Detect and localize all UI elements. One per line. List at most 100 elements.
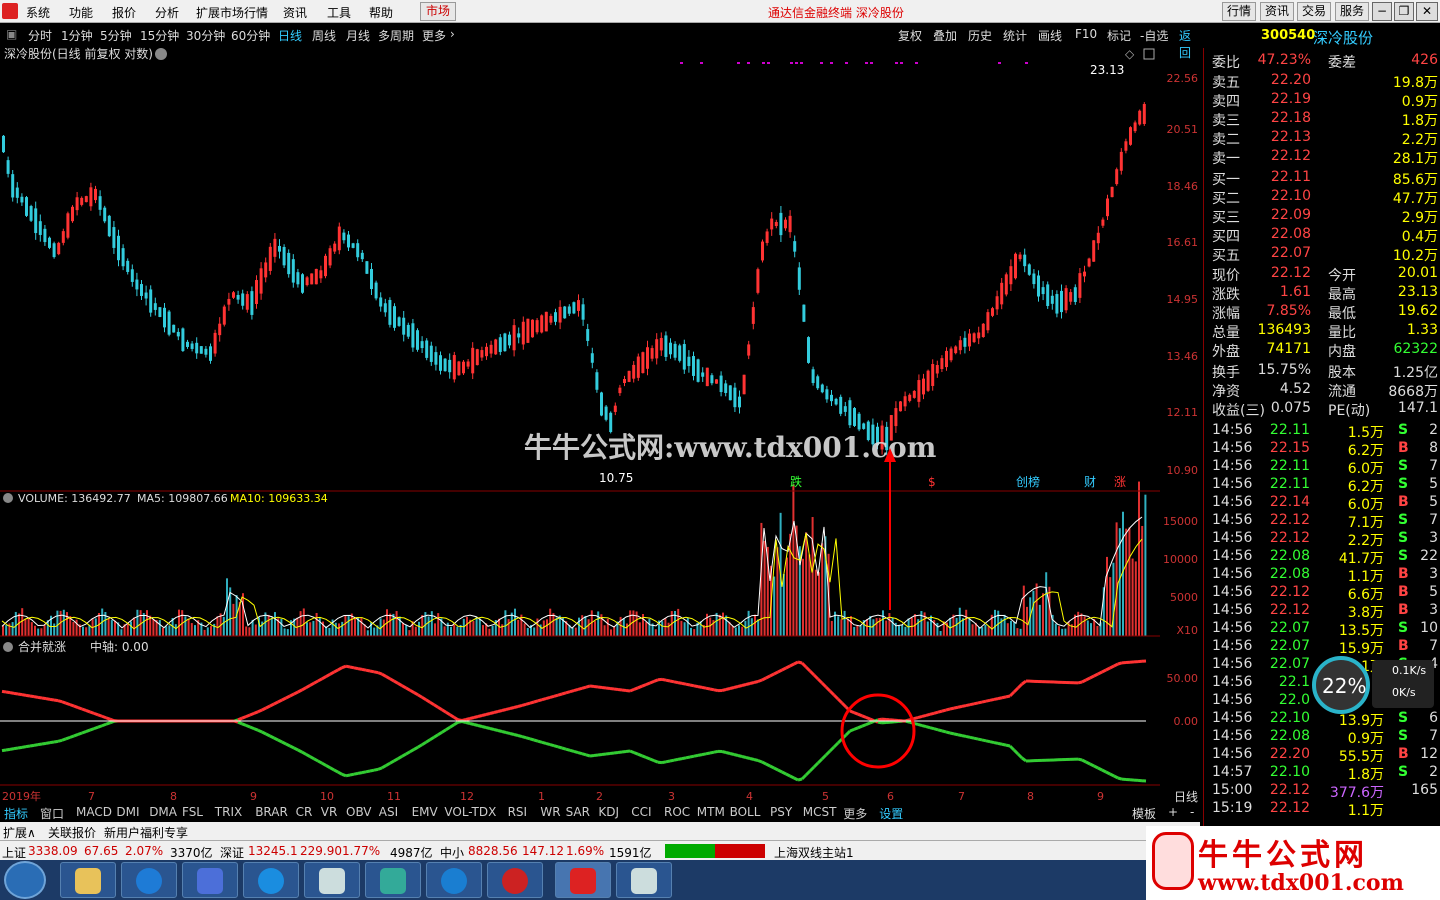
sogou-task[interactable]	[121, 862, 177, 898]
draw-button[interactable]: 画线	[1038, 27, 1062, 44]
indicator-tab-vol-tdx[interactable]: VOL-TDX	[444, 805, 496, 819]
indicator-tab-boll[interactable]: BOLL	[730, 805, 761, 819]
trade-tab-button[interactable]: 交易	[1297, 2, 1332, 21]
tick-row[interactable]: 14:57 22.10 1.8万 S 2	[1204, 764, 1440, 783]
ie-task[interactable]	[243, 862, 299, 898]
more-arrow-icon[interactable]: ›	[450, 27, 455, 41]
indicator-tab-更多[interactable]: 更多	[843, 805, 867, 822]
menu-system[interactable]: 系统	[26, 4, 50, 21]
indicator-tab-dma[interactable]: DMA	[149, 805, 177, 819]
indicator-tab-roc[interactable]: ROC	[664, 805, 690, 819]
tick-row[interactable]: 14:56 22.11 1.5万 S 2	[1204, 422, 1440, 441]
indicator-tab-trix[interactable]: TRIX	[215, 805, 242, 819]
tick-row[interactable]: 14:56 22.12 2.2万 S 3	[1204, 530, 1440, 549]
tick-row[interactable]: 14:56 22.12 3.8万 B 3	[1204, 602, 1440, 621]
start-button[interactable]	[4, 861, 46, 899]
related-quote-button[interactable]: 关联报价	[48, 824, 96, 841]
tick-row[interactable]: 14:56 22.20 55.5万 B 12	[1204, 746, 1440, 765]
menu-function[interactable]: 功能	[69, 4, 93, 21]
period-more[interactable]: 更多	[422, 27, 446, 44]
red-task[interactable]	[487, 862, 543, 898]
period-60min[interactable]: 60分钟	[231, 27, 270, 44]
indicator-tab-sar[interactable]: SAR	[566, 805, 590, 819]
app-task[interactable]	[182, 862, 238, 898]
panel-toggle-icon[interactable]	[1143, 48, 1155, 60]
indicator-tab-obv[interactable]: OBV	[346, 805, 372, 819]
chart-task[interactable]	[365, 862, 421, 898]
indicator-tab-wr[interactable]: WR	[540, 805, 560, 819]
tick-row[interactable]: 15:00 22.12 377.6万 165	[1204, 782, 1440, 801]
period-15min[interactable]: 15分钟	[140, 27, 179, 44]
tick-row[interactable]: 14:56 22.11 6.2万 S 5	[1204, 476, 1440, 495]
indicator-tab-设置[interactable]: 设置	[879, 805, 903, 822]
period-30min[interactable]: 30分钟	[186, 27, 225, 44]
overlay-button[interactable]: 叠加	[933, 27, 957, 44]
kline-chart[interactable]: 深冷股份(日线 前复权 对数) 23.13 10.75 ◇ 牛牛公式网:www.…	[0, 44, 1160, 804]
chart-settings-icon[interactable]	[155, 48, 167, 60]
new-user-button[interactable]: 新用户福利专享	[104, 824, 188, 841]
indicator-tab-cci[interactable]: CCI	[631, 805, 651, 819]
tick-row[interactable]: 14:56 22.15 6.2万 B 8	[1204, 440, 1440, 459]
indicator-tab-cr[interactable]: CR	[296, 805, 313, 819]
market-button[interactable]: 市场	[420, 2, 456, 21]
tick-row[interactable]: 14:56 22.11 6.0万 S 7	[1204, 458, 1440, 477]
period-multi[interactable]: 多周期	[378, 27, 414, 44]
tick-row[interactable]: 14:56 22.12 7.1万 S 7	[1204, 512, 1440, 531]
close-icon[interactable]: ✕	[1416, 2, 1438, 21]
indicator-tab-mcst[interactable]: MCST	[803, 805, 837, 819]
indicator-settings-icon[interactable]	[3, 642, 13, 652]
tick-row[interactable]: 14:56 22.08 41.7万 S 22	[1204, 548, 1440, 567]
history-button[interactable]: 历史	[968, 27, 992, 44]
indicator-tab-kdj[interactable]: KDJ	[598, 805, 619, 819]
tick-row[interactable]: 14:56 22.08 1.1万 B 3	[1204, 566, 1440, 585]
explorer-task[interactable]	[60, 862, 116, 898]
indicator-tab-brar[interactable]: BRAR	[255, 805, 288, 819]
tick-row[interactable]: 14:56 22.10 13.9万 S 6	[1204, 710, 1440, 729]
indicator-tab-mtm[interactable]: MTM	[697, 805, 725, 819]
indicator-tab-dmi[interactable]: DMI	[116, 805, 139, 819]
tick-row[interactable]: 14:56 22.07 13.5万 S 10	[1204, 620, 1440, 639]
period-fenshi[interactable]: 分时	[28, 27, 52, 44]
restore-icon[interactable]: ❐	[1394, 2, 1414, 21]
k-task[interactable]	[426, 862, 482, 898]
service-tab-button[interactable]: 服务	[1335, 2, 1370, 21]
sidebar-toggle-icon[interactable]: ▣	[6, 27, 17, 41]
period-5min[interactable]: 5分钟	[100, 27, 132, 44]
tick-row[interactable]: 14:56 22.08 0.9万 S 7	[1204, 728, 1440, 747]
watchlist-button[interactable]: -自选	[1140, 27, 1168, 44]
indicator-tab-asi[interactable]: ASI	[379, 805, 398, 819]
volume-settings-icon[interactable]	[3, 493, 13, 503]
menu-quote[interactable]: 报价	[112, 4, 136, 21]
menu-tools[interactable]: 工具	[327, 4, 351, 21]
paint-task[interactable]	[304, 862, 360, 898]
add-button[interactable]: +	[1168, 805, 1178, 819]
fuquan-button[interactable]: 复权	[898, 27, 922, 44]
indicator-tab-macd[interactable]: MACD	[76, 805, 112, 819]
indicator-tab-窗口[interactable]: 窗口	[40, 805, 64, 822]
period-monthly[interactable]: 月线	[346, 27, 370, 44]
indicator-tab-指标[interactable]: 指标	[4, 805, 28, 822]
tick-row[interactable]: 14:56 22.14 6.0万 B 5	[1204, 494, 1440, 513]
indicator-tab-psy[interactable]: PSY	[770, 805, 792, 819]
paint2-task[interactable]	[616, 862, 672, 898]
f10-button[interactable]: F10	[1075, 27, 1097, 41]
quote-tab-button[interactable]: 行情	[1222, 2, 1257, 21]
indicator-tab-rsi[interactable]: RSI	[508, 805, 528, 819]
indicator-tab-emv[interactable]: EMV	[412, 805, 438, 819]
period-1min[interactable]: 1分钟	[61, 27, 93, 44]
tick-row[interactable]: 14:56 22.12 6.6万 B 5	[1204, 584, 1440, 603]
indicator-tab-vr[interactable]: VR	[321, 805, 338, 819]
tick-row[interactable]: 14:56 22.07 15.9万 B 7	[1204, 638, 1440, 657]
tick-row[interactable]: 15:19 22.12 1.1万	[1204, 800, 1440, 819]
period-daily[interactable]: 日线	[278, 27, 302, 44]
news-tab-button[interactable]: 资讯	[1260, 2, 1295, 21]
diamond-icon[interactable]: ◇	[1125, 47, 1135, 61]
menu-ext-market[interactable]: 扩展市场行情	[196, 4, 268, 21]
menu-news[interactable]: 资讯	[283, 4, 307, 21]
stats-button[interactable]: 统计	[1003, 27, 1027, 44]
mark-button[interactable]: 标记	[1107, 27, 1131, 44]
tdx-task[interactable]	[555, 862, 611, 898]
indicator-tab-fsl[interactable]: FSL	[182, 805, 203, 819]
menu-help[interactable]: 帮助	[369, 4, 393, 21]
remove-button[interactable]: -	[1190, 805, 1194, 819]
